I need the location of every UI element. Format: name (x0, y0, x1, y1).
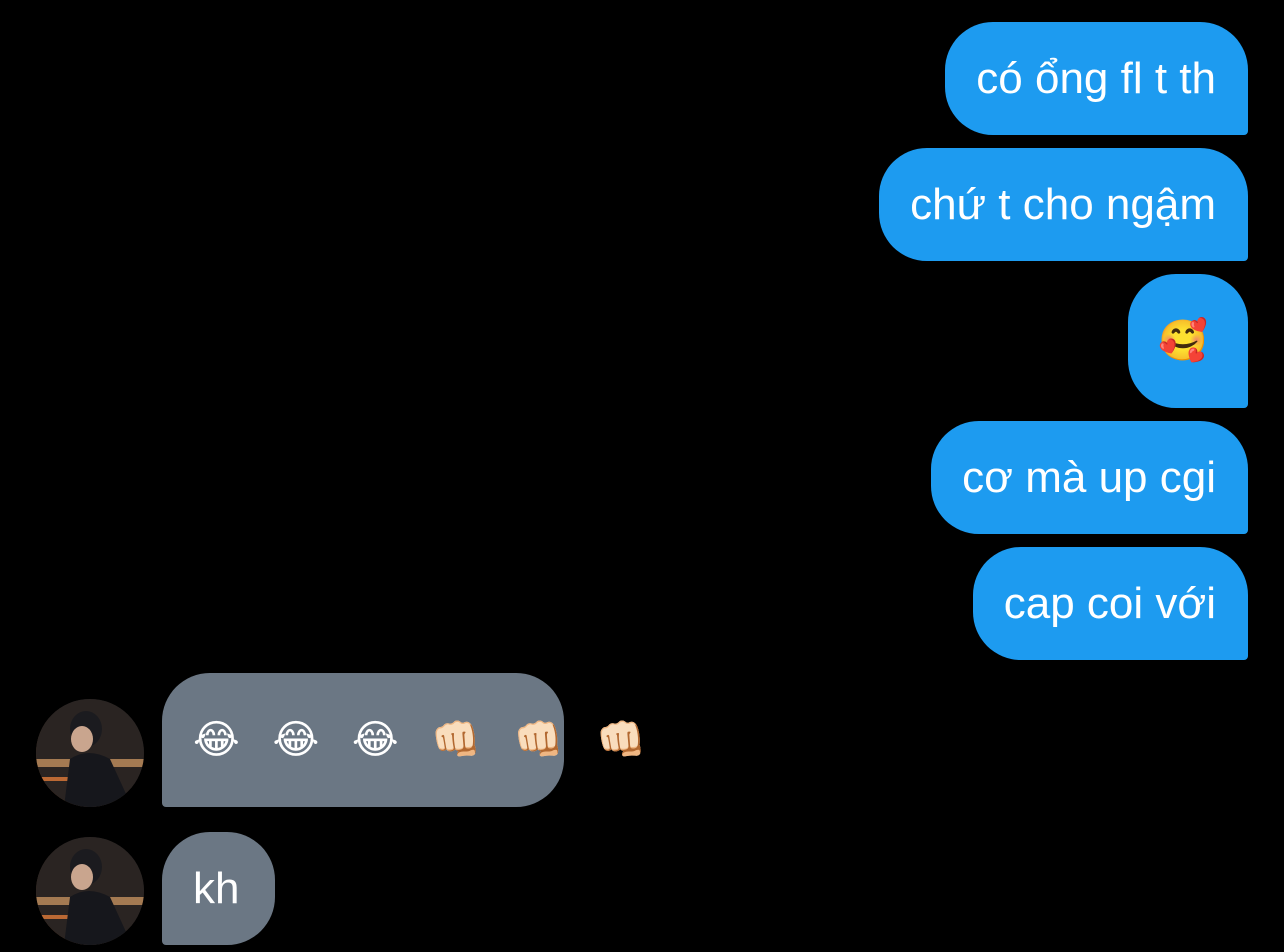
incoming-message[interactable]: kh (162, 832, 275, 945)
outgoing-message[interactable]: 🥰 (1128, 274, 1248, 408)
message-text: kh (193, 863, 240, 913)
outgoing-message[interactable]: chứ t cho ngậm (879, 148, 1248, 261)
chat-thread: có ổng fl t th chứ t cho ngậm 🥰 cơ mà up… (0, 0, 1284, 952)
outgoing-message[interactable]: cap coi với (972, 547, 1248, 660)
outgoing-message[interactable]: có ổng fl t th (945, 22, 1248, 135)
avatar[interactable] (36, 837, 144, 945)
message-text: có ổng fl t th (976, 53, 1216, 103)
avatar[interactable] (36, 699, 144, 807)
message-emoji: 😂 😂 😂 👊🏻 👊🏻 👊🏻 (193, 717, 657, 763)
message-text: chứ t cho ngậm (910, 179, 1216, 229)
user-photo-avatar-icon (36, 837, 144, 945)
incoming-message[interactable]: 😂 😂 😂 👊🏻 👊🏻 👊🏻 (162, 673, 646, 807)
message-text: cơ mà up cgi (962, 452, 1216, 502)
message-text: cap coi với (1003, 578, 1216, 628)
message-emoji: 🥰 (1158, 318, 1208, 364)
user-photo-avatar-icon (36, 699, 144, 807)
outgoing-message[interactable]: cơ mà up cgi (931, 421, 1248, 534)
